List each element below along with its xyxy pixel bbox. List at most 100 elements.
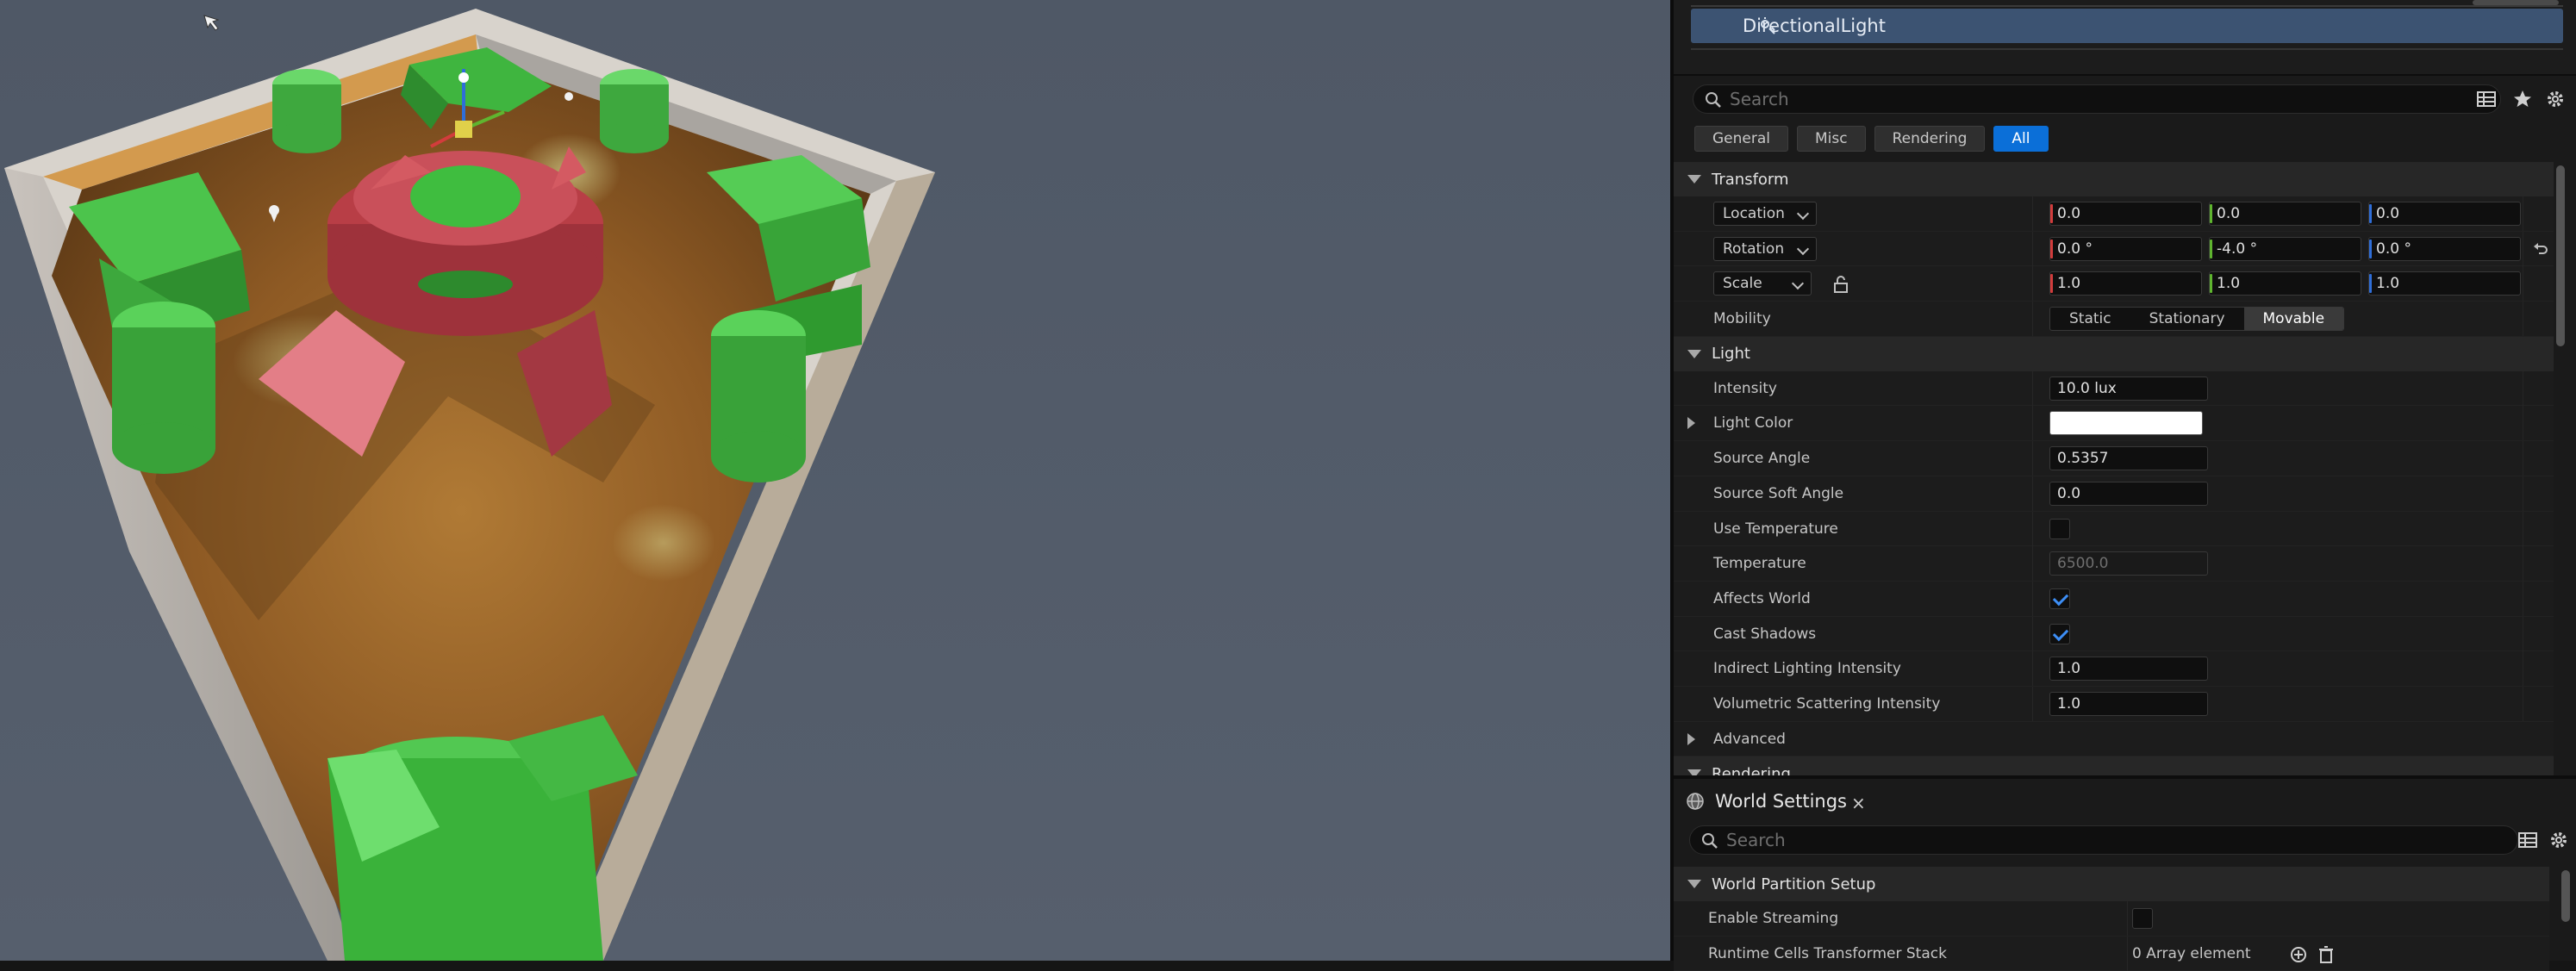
source-angle-field[interactable]: 0.5357 <box>2049 446 2208 471</box>
details-panel: Transform Location 0.0 0.0 0.0 Rotation … <box>1674 162 2554 775</box>
rotation-y-field[interactable]: -4.0 ° <box>2209 236 2361 261</box>
column-divider <box>2032 406 2033 441</box>
scale-y-field[interactable]: 1.0 <box>2209 271 2361 296</box>
property-location: Location 0.0 0.0 0.0 <box>1674 196 2554 232</box>
reset-to-default-icon[interactable] <box>2532 240 2549 258</box>
world-settings-search-input[interactable]: Search <box>1689 825 2518 855</box>
chevron-down-icon <box>1791 277 1805 290</box>
property-enable-streaming: Enable Streaming <box>1674 901 2549 937</box>
outliner-item-directional-light[interactable]: DirectionalLight <box>1691 9 2563 43</box>
scale-x-value: 1.0 <box>2057 275 2081 293</box>
world-settings-tab[interactable]: World Settings × <box>1674 781 1889 822</box>
close-icon[interactable]: × <box>1851 793 1866 813</box>
collapse-arrow-icon <box>1687 175 1701 184</box>
mobility-selector: Static Stationary Movable <box>2049 307 2345 332</box>
filter-misc[interactable]: Misc <box>1797 126 1866 152</box>
location-x-field[interactable]: 0.0 <box>2049 202 2202 226</box>
gear-icon[interactable] <box>2548 829 2570 851</box>
cast-shadows-checkbox[interactable] <box>2049 623 2070 644</box>
rotation-z-field[interactable]: 0.0 ° <box>2368 236 2521 261</box>
property-label: Mobility <box>1713 310 1771 328</box>
rotation-dropdown[interactable]: Rotation <box>1713 236 1817 261</box>
world-settings-scrollbar[interactable] <box>2561 870 2570 922</box>
expand-arrow-icon[interactable] <box>1687 732 1695 745</box>
volumetric-scattering-field[interactable]: 1.0 <box>2049 691 2208 716</box>
scale-x-field[interactable]: 1.0 <box>2049 271 2202 296</box>
light-color-swatch[interactable] <box>2049 411 2203 436</box>
table-view-icon[interactable] <box>2517 829 2539 851</box>
mouse-cursor-icon <box>203 15 220 31</box>
volumetric-scattering-value: 1.0 <box>2057 694 2081 713</box>
mobility-static[interactable]: Static <box>2050 308 2130 330</box>
section-light[interactable]: Light <box>1674 336 2554 371</box>
use-temperature-checkbox[interactable] <box>2049 518 2070 539</box>
chevron-down-icon <box>1796 207 1810 221</box>
dropdown-label: Rotation <box>1723 240 1785 258</box>
source-soft-angle-value: 0.0 <box>2057 484 2081 502</box>
outliner-previous-row[interactable] <box>1691 0 2563 7</box>
rotation-z-value: 0.0 ° <box>2376 240 2411 258</box>
section-rendering[interactable]: Rendering <box>1674 756 2554 775</box>
indirect-lighting-field[interactable]: 1.0 <box>2049 657 2208 682</box>
unlock-icon[interactable] <box>1832 275 1849 294</box>
search-icon <box>1706 92 1721 108</box>
viewport-scene <box>4 9 935 961</box>
property-scale: Scale 1.0 1.0 1.0 <box>1674 266 2554 302</box>
rotation-x-field[interactable]: 0.0 ° <box>2049 236 2202 261</box>
property-label: Runtime Cells Transformer Stack <box>1708 944 1947 962</box>
gear-icon[interactable] <box>2544 88 2567 110</box>
location-x-value: 0.0 <box>2057 205 2081 222</box>
trash-icon[interactable] <box>2317 945 2336 964</box>
location-y-field[interactable]: 0.0 <box>2209 202 2361 226</box>
section-transform[interactable]: Transform <box>1674 162 2554 196</box>
property-advanced[interactable]: Advanced <box>1674 721 2554 757</box>
column-divider <box>2032 231 2033 266</box>
floor-light-glow <box>612 504 715 582</box>
outliner-divider <box>1691 48 2563 50</box>
filter-all[interactable]: All <box>1993 126 2049 152</box>
enable-streaming-checkbox[interactable] <box>2132 908 2153 929</box>
details-search-input[interactable]: Search <box>1693 84 2501 114</box>
scale-z-field[interactable]: 1.0 <box>2368 271 2521 296</box>
scale-y-value: 1.0 <box>2217 275 2241 293</box>
property-label: Source Soft Angle <box>1713 484 1844 502</box>
outliner-scrollbar[interactable] <box>2473 0 2559 5</box>
world-outliner: DirectionalLight <box>1674 0 2576 76</box>
add-element-icon[interactable] <box>2289 945 2308 964</box>
section-world-partition-setup[interactable]: World Partition Setup <box>1674 867 2549 901</box>
collapse-arrow-icon <box>1687 349 1701 358</box>
rotation-x-value: 0.0 ° <box>2057 240 2093 258</box>
world-settings-panel: World Settings × Search World Partition … <box>1674 775 2576 971</box>
property-label: Light Color <box>1713 414 1793 433</box>
axis-x-marker <box>2050 204 2053 223</box>
intensity-field[interactable]: 10.0 lux <box>2049 376 2208 401</box>
dropdown-label: Location <box>1723 205 1785 222</box>
green-block-bottom <box>327 715 638 961</box>
directional-light-icon <box>1758 17 1775 34</box>
source-soft-angle-field[interactable]: 0.0 <box>2049 481 2208 506</box>
axis-x-marker <box>2050 239 2053 258</box>
chevron-down-icon <box>1796 242 1810 255</box>
expand-arrow-icon[interactable] <box>1687 417 1695 430</box>
world-settings-title: World Settings <box>1715 791 1847 812</box>
runtime-cells-value: 0 Array element <box>2132 944 2251 962</box>
scale-dropdown[interactable]: Scale <box>1713 271 1812 296</box>
temperature-field[interactable]: 6500.0 <box>2049 551 2208 576</box>
editor-side-panel: DirectionalLight Search General Misc Ren… <box>1670 0 2576 971</box>
filter-general[interactable]: General <box>1694 126 1788 152</box>
mobility-movable[interactable]: Movable <box>2243 308 2344 331</box>
table-view-icon[interactable] <box>2475 88 2498 110</box>
collapse-arrow-icon <box>1687 769 1701 775</box>
details-scrollbar[interactable] <box>2556 165 2565 346</box>
star-icon[interactable] <box>2511 88 2534 110</box>
location-dropdown[interactable]: Location <box>1713 202 1817 226</box>
property-cast-shadows: Cast Shadows <box>1674 616 2554 652</box>
light-marker-icon[interactable] <box>564 92 573 101</box>
property-runtime-cells-transformer-stack: Runtime Cells Transformer Stack 0 Array … <box>1674 936 2549 971</box>
property-temperature: Temperature 6500.0 <box>1674 546 2554 582</box>
filter-rendering[interactable]: Rendering <box>1874 126 1986 152</box>
affects-world-checkbox[interactable] <box>2049 588 2070 609</box>
mobility-stationary[interactable]: Stationary <box>2130 308 2244 330</box>
location-z-field[interactable]: 0.0 <box>2368 202 2521 226</box>
level-viewport[interactable] <box>0 0 1670 961</box>
